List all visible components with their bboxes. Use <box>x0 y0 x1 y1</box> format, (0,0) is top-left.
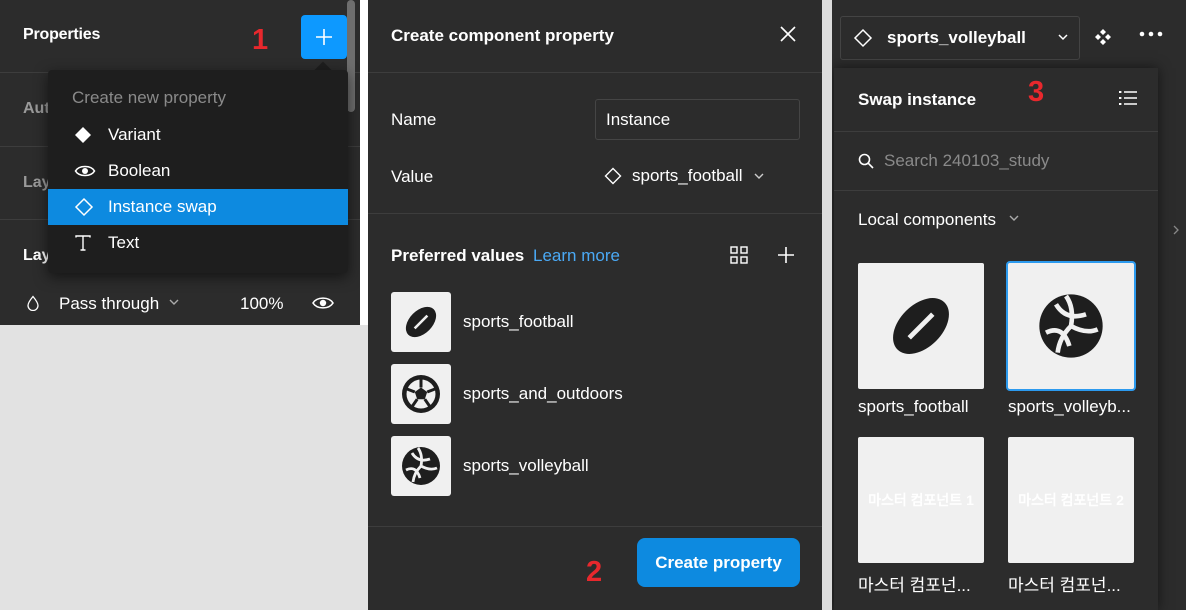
chevron-right-icon <box>1172 224 1180 236</box>
text-t-icon <box>48 234 108 252</box>
volleyball-icon <box>391 436 451 496</box>
list-view-icon[interactable] <box>1118 88 1138 108</box>
grid-view-icon[interactable] <box>729 245 749 265</box>
panel-gap <box>822 0 832 610</box>
chevron-down-icon[interactable] <box>168 298 180 306</box>
search-icon <box>858 153 874 169</box>
create-property-dialog: Create component property Name Value spo… <box>368 0 822 610</box>
preferred-value-name: sports_and_outdoors <box>463 384 623 403</box>
swap-instance-popup: Swap instance 3 Local components sports_… <box>834 68 1158 610</box>
value-label: Value <box>391 167 434 186</box>
diamond-filled-icon <box>48 126 108 144</box>
football-icon <box>391 292 451 352</box>
blend-mode-select[interactable]: Pass through <box>59 294 159 314</box>
search-input[interactable] <box>884 146 1134 176</box>
menu-header: Create new property <box>72 88 227 107</box>
callout-3: 3 <box>1028 76 1045 108</box>
diamond-outline-icon <box>48 197 108 217</box>
diamond-outline-icon <box>604 167 622 185</box>
close-icon[interactable] <box>778 24 798 44</box>
menu-item-instance-swap[interactable]: Instance swap <box>48 189 348 225</box>
preferred-values-label: Preferred values <box>391 246 525 265</box>
eye-icon <box>48 162 108 180</box>
diamond-outline-icon <box>853 28 873 48</box>
component-icon[interactable] <box>1094 28 1112 46</box>
name-field[interactable] <box>595 99 800 140</box>
section-auto-layout[interactable]: Aut <box>23 100 50 118</box>
component-card-selected[interactable]: sports_volleyb... <box>1008 263 1138 417</box>
instance-select[interactable]: sports_volleyball <box>840 16 1080 60</box>
chevron-down-icon[interactable] <box>1008 214 1020 222</box>
soccer-ball-icon <box>391 364 451 424</box>
add-property-button[interactable] <box>301 15 347 59</box>
preferred-value-row[interactable]: sports_football <box>391 291 801 353</box>
properties-title: Properties <box>23 26 101 43</box>
menu-item-label: Variant <box>108 125 161 144</box>
swap-title: Swap instance <box>858 90 977 109</box>
plus-icon <box>315 28 333 46</box>
eye-icon[interactable] <box>311 293 335 313</box>
divider <box>368 526 822 527</box>
create-property-menu: Create new property Variant Boolean Inst… <box>48 70 348 273</box>
chevron-down-icon <box>1057 33 1069 41</box>
component-name: 마스터 컴포넌... <box>1008 576 1121 595</box>
callout-2: 2 <box>586 556 603 588</box>
component-name: 마스터 컴포넌... <box>858 576 971 595</box>
preferred-value-row[interactable]: sports_and_outdoors <box>391 363 801 425</box>
preferred-value-name: sports_volleyball <box>463 456 589 475</box>
component-name: sports_football <box>858 397 969 416</box>
dialog-title: Create component property <box>391 26 614 45</box>
component-thumbnail: 마스터 컴포넌트 2 <box>1008 437 1134 563</box>
opacity-value[interactable]: 100% <box>240 294 283 314</box>
component-thumbnail: 마스터 컴포넌트 1 <box>858 437 984 563</box>
canvas-background <box>0 325 368 610</box>
menu-item-text[interactable]: Text <box>48 225 348 261</box>
divider <box>368 213 822 214</box>
more-options-icon[interactable] <box>1138 30 1164 38</box>
scrollbar[interactable] <box>347 0 355 112</box>
component-name: sports_volleyb... <box>1008 397 1131 416</box>
divider <box>834 131 1158 132</box>
thumbnail-text: 마스터 컴포넌트 2 <box>1018 492 1124 508</box>
menu-item-boolean[interactable]: Boolean <box>48 153 348 189</box>
thumbnail-text: 마스터 컴포넌트 1 <box>868 492 974 508</box>
section-layout[interactable]: Lay <box>23 174 51 192</box>
football-icon <box>858 263 984 389</box>
section-layer: Lay <box>23 247 51 264</box>
component-card[interactable]: 마스터 컴포넌트 2 마스터 컴포넌... <box>1008 437 1138 596</box>
callout-1: 1 <box>252 24 269 56</box>
divider <box>368 72 822 73</box>
volleyball-icon <box>1008 263 1134 389</box>
instance-name: sports_volleyball <box>887 28 1026 47</box>
menu-item-label: Instance swap <box>108 197 217 216</box>
divider <box>834 190 1158 191</box>
create-property-button[interactable]: Create property <box>637 538 800 587</box>
add-preferred-value-icon[interactable] <box>776 245 796 265</box>
preferred-value-row[interactable]: sports_volleyball <box>391 435 801 497</box>
component-card[interactable]: sports_football <box>858 263 988 417</box>
properties-panel: Properties 1 Aut Lay Lay Pass through 10… <box>0 0 360 325</box>
instance-panel: sports_volleyball Swap instance 3 Local … <box>832 0 1186 610</box>
menu-item-label: Boolean <box>108 161 171 180</box>
value-select[interactable]: sports_football <box>604 161 765 191</box>
chevron-down-icon <box>753 172 765 180</box>
local-components-label[interactable]: Local components <box>858 210 996 230</box>
name-label: Name <box>391 110 437 129</box>
value-select-label: sports_football <box>632 166 743 185</box>
learn-more-link[interactable]: Learn more <box>533 246 620 266</box>
component-card[interactable]: 마스터 컴포넌트 1 마스터 컴포넌... <box>858 437 988 596</box>
menu-item-variant[interactable]: Variant <box>48 117 348 153</box>
preferred-value-name: sports_football <box>463 312 574 331</box>
menu-item-label: Text <box>108 233 140 252</box>
drop-icon <box>26 295 40 311</box>
